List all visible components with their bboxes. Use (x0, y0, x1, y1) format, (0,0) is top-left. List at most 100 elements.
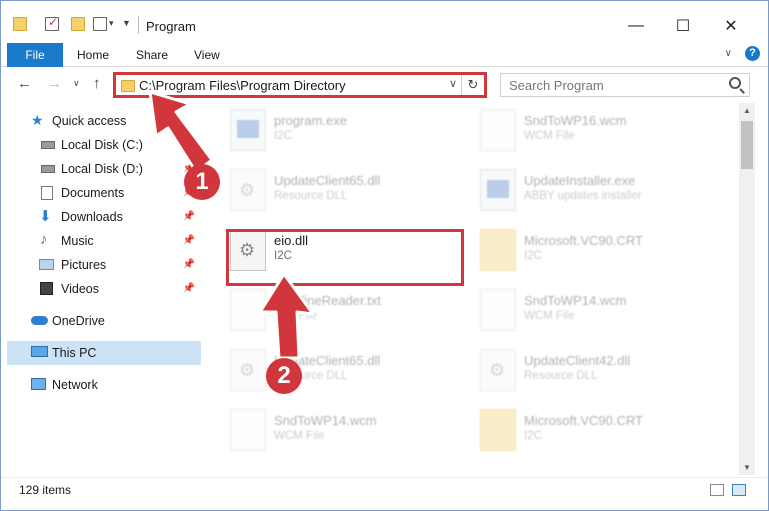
videos-icon (40, 282, 53, 295)
file-name: SndToWP16.wcm (524, 113, 627, 128)
scroll-down-icon[interactable]: ▼ (743, 463, 751, 472)
tab-view[interactable]: View (186, 43, 228, 67)
window-title: Program (146, 19, 196, 34)
sidebar-item-music[interactable]: ♪ Music 📌 (7, 229, 201, 253)
search-placeholder: Search Program (509, 78, 604, 93)
refresh-button[interactable]: ↻ (461, 75, 484, 95)
callout-2: 2 (266, 358, 302, 394)
vertical-scrollbar[interactable]: ▲ ▼ (739, 103, 755, 475)
sidebar-item-videos[interactable]: Videos 📌 (7, 277, 201, 301)
quick-access-dropdown-icon[interactable]: ▼ (122, 18, 131, 28)
expand-ribbon-icon[interactable]: ∨ (725, 48, 732, 59)
music-icon: ♪ (40, 231, 48, 248)
file-name: UpdateClient42.dll (524, 353, 631, 368)
address-bar[interactable]: C:\Program Files\Program Directory ∨ ↻ (113, 72, 487, 98)
file-item[interactable]: App.fineReader.txt Text File (226, 285, 461, 341)
sidebar-item-label: Quick access (52, 114, 127, 128)
file-item[interactable]: SndToWP14.wcm WCM File (476, 285, 711, 341)
pin-icon[interactable]: 📌 (183, 259, 195, 270)
file-type: Text File (274, 310, 317, 322)
pictures-icon (39, 259, 54, 270)
file-name: program.exe (274, 113, 347, 128)
maximize-button[interactable]: ☐ (660, 11, 706, 41)
file-item[interactable]: SndToWP16.wcm WCM File (476, 105, 711, 161)
sidebar-item-label: Pictures (61, 258, 107, 272)
file-item[interactable]: program.exe I2C (226, 105, 461, 161)
file-item[interactable]: UpdateInstaller.exe ABBY updates install… (476, 165, 711, 221)
title-bar: ✓ ▾ ▼ Program — ☐ ✕ (1, 1, 768, 41)
file-name: UpdateInstaller.exe (524, 173, 636, 188)
computer-icon (31, 346, 48, 357)
file-list: program.exe I2C SndToWP16.wcm WCM File U… (204, 103, 739, 475)
back-button[interactable]: ← (17, 75, 32, 92)
file-item[interactable]: Microsoft.VC90.CRT I2C (476, 405, 711, 461)
document-icon (230, 409, 266, 451)
sidebar-item-pictures[interactable]: Pictures 📌 (7, 253, 201, 277)
new-folder-icon[interactable] (71, 17, 85, 31)
sidebar-item-quick-access[interactable]: ★ Quick access (7, 109, 201, 133)
pin-icon[interactable]: 📌 (183, 139, 195, 150)
close-button[interactable]: ✕ (708, 11, 754, 41)
explorer-window: ✓ ▾ ▼ Program — ☐ ✕ File Home Share View… (0, 0, 769, 511)
file-type: WCM File (524, 130, 575, 142)
file-type: I2C (524, 430, 542, 442)
sidebar-item-network[interactable]: Network (7, 373, 201, 397)
item-count: 129 items (19, 483, 72, 497)
sidebar-item-local-disk-c[interactable]: Local Disk (C:) 📌 (7, 133, 201, 157)
properties-icon[interactable]: ✓ (45, 15, 59, 31)
sidebar-item-label: Documents (61, 186, 125, 200)
file-item[interactable]: UpdateClient65.dll Resource DLL (226, 165, 461, 221)
sidebar-item-downloads[interactable]: ⬇ Downloads 📌 (7, 205, 201, 229)
highlight-box (226, 229, 464, 286)
file-name: Microsoft.VC90.CRT (524, 233, 643, 248)
scrollbar-thumb[interactable] (741, 121, 753, 169)
customize-quick-access-icon[interactable] (93, 17, 107, 31)
up-button[interactable]: ↑ (93, 75, 101, 92)
file-name: Microsoft.VC90.CRT (524, 413, 643, 428)
tab-home[interactable]: Home (69, 43, 117, 67)
file-item[interactable]: UpdateClient65.dll Resource DLL (226, 345, 461, 401)
sidebar-item-this-pc[interactable]: This PC (7, 341, 201, 365)
large-icons-view-icon[interactable] (732, 484, 746, 496)
address-dropdown-icon[interactable]: ∨ (449, 77, 457, 90)
file-item[interactable]: Microsoft.VC90.CRT I2C (476, 225, 711, 281)
sidebar-item-local-disk-d[interactable]: Local Disk (D:) 📌 (7, 157, 201, 181)
details-view-icon[interactable] (710, 484, 724, 496)
file-type: Resource DLL (524, 370, 598, 382)
dll-icon (230, 169, 266, 211)
minimize-button[interactable]: — (613, 11, 659, 41)
sidebar-item-documents[interactable]: Documents 📌 (7, 181, 201, 205)
sidebar-item-label: Videos (61, 282, 99, 296)
file-item[interactable]: UpdateClient42.dll Resource DLL (476, 345, 711, 401)
sidebar-item-label: This PC (52, 346, 97, 360)
tab-share[interactable]: Share (128, 43, 176, 67)
search-input[interactable]: Search Program (500, 73, 750, 97)
exe-icon (480, 169, 516, 211)
help-icon[interactable]: ? (745, 46, 760, 61)
pin-icon[interactable]: 📌 (183, 211, 195, 222)
folder-icon (480, 229, 516, 271)
sidebar-item-label: Local Disk (D:) (61, 162, 143, 176)
file-item[interactable]: SndToWP14.wcm WCM File (226, 405, 461, 461)
file-type: WCM File (274, 430, 325, 442)
search-icon[interactable] (729, 77, 741, 89)
navigation-pane: ★ Quick access Local Disk (C:) 📌 Local D… (1, 103, 203, 475)
pin-icon[interactable]: 📌 (183, 283, 195, 294)
folder-icon (13, 17, 27, 31)
sidebar-item-onedrive[interactable]: OneDrive (7, 309, 201, 333)
tab-file[interactable]: File (7, 43, 63, 67)
sidebar-item-label: Network (52, 378, 98, 392)
dll-icon (230, 349, 266, 391)
file-type: WCM File (524, 310, 575, 322)
pin-icon[interactable]: 📌 (183, 235, 195, 246)
document-icon (230, 289, 266, 331)
forward-button[interactable]: → (47, 75, 62, 92)
file-type: I2C (274, 130, 292, 142)
download-icon: ⬇ (39, 208, 52, 225)
address-path[interactable]: C:\Program Files\Program Directory (139, 78, 346, 93)
folder-icon (121, 80, 135, 92)
scroll-up-icon[interactable]: ▲ (743, 106, 751, 115)
chevron-down-icon[interactable]: ▾ (109, 18, 114, 29)
file-type: I2C (524, 250, 542, 262)
recent-locations-icon[interactable]: ∨ (73, 78, 80, 89)
